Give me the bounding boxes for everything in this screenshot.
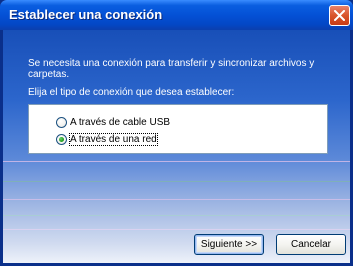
background-stripe [3, 161, 350, 162]
background-stripe [3, 215, 350, 216]
prompt-text: Elija el tipo de conexión que desea esta… [28, 87, 235, 98]
connection-options-box: A través de cable USB A través de una re… [28, 104, 328, 154]
radio-network[interactable] [56, 133, 67, 145]
next-button-label: Siguiente >> [200, 239, 258, 250]
background-stripe [3, 229, 350, 230]
radio-usb[interactable] [56, 116, 67, 128]
option-network-label: A través de una red [69, 132, 158, 146]
cancel-button-label: Cancelar [290, 239, 332, 250]
dialog-window: Establecer una conexión Se necesita una … [0, 0, 353, 266]
option-usb[interactable]: A través de cable USB [56, 115, 170, 129]
option-usb-label: A través de cable USB [70, 116, 171, 128]
option-network[interactable]: A través de una red [56, 132, 158, 146]
window-title: Establecer una conexión [9, 7, 163, 22]
close-button[interactable] [329, 5, 350, 26]
close-x-icon [334, 10, 345, 21]
description-text: Se necesita una conexión para transferir… [28, 58, 315, 80]
background-stripe [3, 199, 350, 200]
cancel-button[interactable]: Cancelar [276, 234, 346, 255]
next-button[interactable]: Siguiente >> [194, 234, 264, 255]
title-bar[interactable]: Establecer una conexión [0, 0, 353, 30]
background-stripe [3, 181, 350, 182]
